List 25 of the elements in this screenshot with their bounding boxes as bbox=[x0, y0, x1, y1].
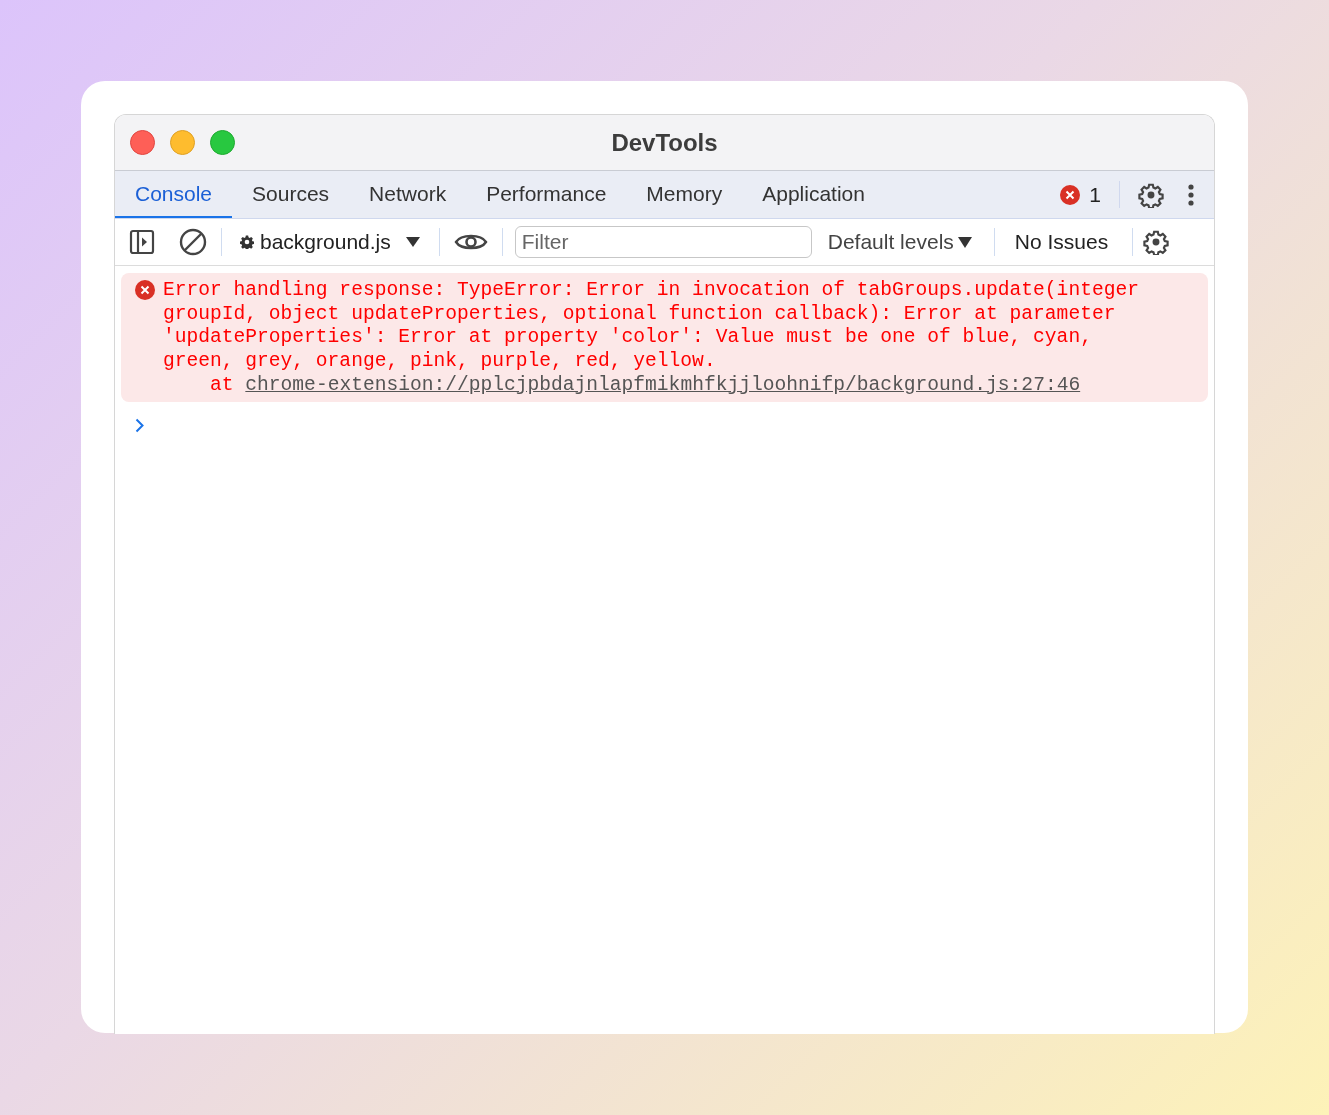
caret-icon bbox=[404, 236, 421, 248]
sidebar-toggle-icon[interactable] bbox=[129, 229, 155, 255]
window-title: DevTools bbox=[611, 128, 718, 156]
caret-icon bbox=[957, 236, 972, 248]
tab[interactable]: Network bbox=[349, 171, 467, 218]
error-icon bbox=[1060, 184, 1081, 205]
tab[interactable]: Memory bbox=[626, 171, 743, 218]
filter-field[interactable]: Filter bbox=[514, 226, 812, 258]
error-icon bbox=[135, 280, 155, 300]
tab[interactable]: Application bbox=[742, 171, 885, 218]
context-dropdown[interactable]: background.js bbox=[236, 230, 425, 254]
error-text: Error handling response: TypeError: Error in invocation of tabGroups.update(integer groupId, object updateProperties, optional function callback): Error at parameter 'updateProperties': Error at property 'color': Value must be one of blue, cyan, green, grey, orange, pink, purple, red, yellow. bbox=[163, 279, 1140, 374]
tab[interactable]: Sources bbox=[232, 171, 350, 218]
tab[interactable]: Performance bbox=[466, 171, 627, 218]
tab[interactable]: Console bbox=[115, 171, 233, 218]
gear-icon bbox=[240, 235, 254, 249]
close-button[interactable] bbox=[130, 130, 155, 155]
issues-button[interactable]: No Issues bbox=[1008, 230, 1115, 254]
error-count[interactable]: 1 bbox=[1089, 182, 1101, 207]
clear-console-icon[interactable] bbox=[179, 228, 207, 256]
log-levels-dropdown[interactable]: Default levels bbox=[823, 230, 976, 254]
source-link[interactable]: chrome-extension://pplcjpbdajnlapfmikmhfkjjloohnifp/background.js:27:46 bbox=[245, 373, 1081, 396]
settings-icon[interactable] bbox=[1143, 229, 1170, 255]
stack-trace-line: at chrome-extension://pplcjpbdajnlapfmikmhfkjjloohnifp/background.js:27:46 bbox=[209, 373, 1082, 398]
prompt-chevron-icon bbox=[135, 417, 144, 433]
